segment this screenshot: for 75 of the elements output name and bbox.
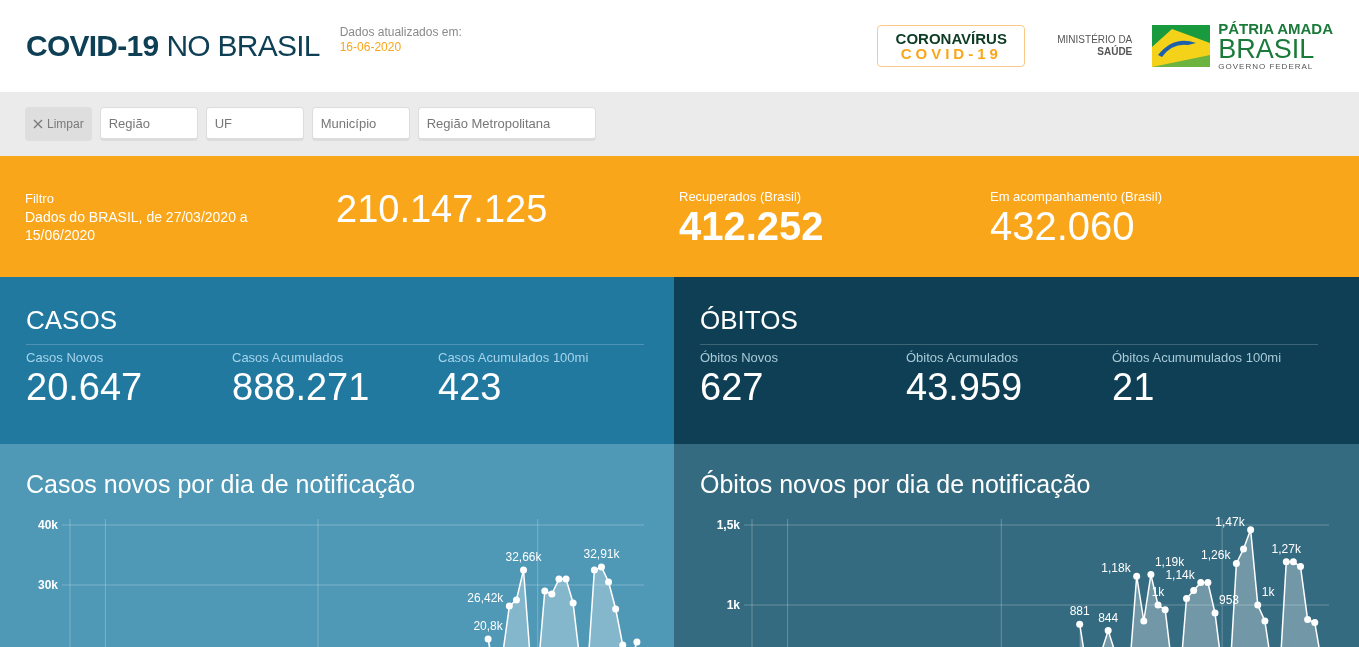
update-label: Dados atualizados em:	[339, 25, 462, 40]
site-title: COVID-19	[26, 31, 159, 61]
axis-label: 30k	[37, 578, 58, 592]
logo-tagline: PÁTRIA AMADA	[1218, 21, 1333, 36]
stat-value: 627	[700, 367, 765, 406]
stat-value: 423	[438, 367, 503, 406]
data-point	[1240, 545, 1247, 553]
stat-value: 20.647	[26, 367, 144, 406]
stat-value: 888.271	[232, 367, 371, 406]
data-label: 1,47k	[1215, 514, 1245, 529]
data-point	[1104, 627, 1112, 635]
panel-title: CASOS	[26, 305, 118, 335]
stat-value: 43.959	[906, 367, 1024, 406]
data-label: 1,18k	[1101, 561, 1131, 576]
data-point	[484, 635, 492, 643]
stat-label: Óbitos Acumumulados 100mi	[1112, 349, 1283, 367]
data-label: 1,19k	[1154, 554, 1185, 569]
data-point	[1254, 601, 1262, 609]
data-point	[612, 605, 620, 613]
filter-label: Filtro	[25, 189, 55, 208]
filter-field[interactable]: UF	[205, 107, 304, 141]
site-subtitle: NO BRASIL	[166, 31, 320, 61]
data-label: 881	[1069, 604, 1090, 619]
badge-title: CORONAVÍRUS	[895, 31, 1007, 46]
data-point	[1232, 559, 1240, 567]
chart-title: Casos novos por dia de notificação	[25, 472, 417, 497]
stat-label: Casos Acumulados	[232, 349, 345, 367]
flag-logo-icon	[1152, 25, 1211, 67]
filter-description: Dados do BRASIL, de 27/03/2020 a 15/06/2020	[25, 207, 249, 244]
logo-country: BRASIL	[1218, 36, 1316, 63]
data-label: 1,14k	[1165, 567, 1195, 582]
data-point	[633, 638, 641, 646]
chart-title: Óbitos novos por dia de notificação	[699, 472, 1092, 497]
data-label: 1k	[1261, 585, 1275, 599]
data-point	[1211, 609, 1219, 617]
stat-value: 21	[1112, 367, 1156, 406]
stat-label: Recuperados (Brasil)	[679, 187, 803, 206]
data-label: 1,27k	[1271, 541, 1301, 556]
data-label: 844	[1098, 610, 1119, 625]
data-label: 1,26k	[1201, 548, 1231, 563]
badge-subtitle: COVID-19	[900, 46, 1002, 61]
axis-label: 40k	[37, 518, 58, 532]
data-point	[569, 599, 577, 607]
population-value: 210.147.125	[336, 189, 549, 228]
stat-label: Óbitos Novos	[700, 349, 780, 367]
filter-field[interactable]: Município	[311, 107, 410, 141]
logo-caption: GOVERNO FEDERAL	[1218, 63, 1315, 71]
data-point	[619, 641, 627, 647]
data-label: 20,8k	[473, 619, 503, 633]
data-point	[1140, 617, 1148, 625]
stat-label: Casos Acumulados 100mi	[438, 349, 590, 367]
ministry-name: SAÚDE	[1097, 46, 1133, 58]
data-point	[1133, 572, 1141, 580]
stat-value: 412.252	[679, 206, 825, 247]
data-point	[605, 578, 613, 586]
filter-field[interactable]: Região Metropolitana	[417, 107, 596, 141]
stat-label: Óbitos Acumulados	[906, 349, 1019, 367]
data-point	[520, 566, 528, 574]
ministry-name: MINISTÉRIO DA	[1057, 34, 1133, 45]
close-icon	[33, 119, 43, 129]
panel-title: ÓBITOS	[700, 305, 798, 335]
data-label: 32,66k	[505, 550, 542, 564]
axis-label: 1k	[726, 598, 740, 612]
update-date: 16-06-2020	[339, 40, 403, 55]
filter-field[interactable]: Região	[99, 107, 198, 141]
data-label: 32,91k	[583, 547, 620, 561]
data-point	[1076, 620, 1084, 628]
axis-label: 1,5k	[716, 518, 740, 532]
data-label: 26,42k	[467, 591, 504, 605]
data-point	[1247, 526, 1255, 534]
stat-label: Em acompanhamento (Brasil)	[990, 187, 1162, 206]
data-point	[1261, 617, 1269, 625]
stat-value: 432.060	[990, 206, 1136, 247]
stat-label: Casos Novos	[26, 349, 105, 367]
data-point	[1147, 571, 1155, 579]
